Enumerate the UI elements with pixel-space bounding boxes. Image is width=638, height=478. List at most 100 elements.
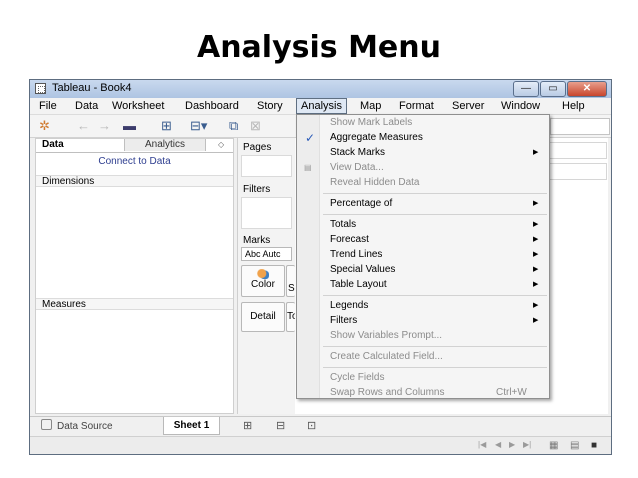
- database-icon: [41, 419, 52, 430]
- menu-item-reveal-hidden-data[interactable]: Reveal Hidden Data: [330, 177, 420, 189]
- menu-item-table-layout[interactable]: Table Layout: [330, 279, 387, 291]
- dimensions-header: Dimensions: [36, 175, 233, 187]
- submenu-arrow-icon: ▶: [533, 266, 539, 273]
- menu-window[interactable]: Window: [501, 100, 540, 112]
- next-sheet-icon[interactable]: ▶: [509, 440, 515, 449]
- new-worksheet-icon[interactable]: ⊟▾: [190, 119, 207, 133]
- mark-type-dropdown[interactable]: Abc Autc: [241, 247, 292, 261]
- submenu-arrow-icon: ▶: [533, 200, 539, 207]
- menu-item-aggregate-measures[interactable]: Aggregate Measures: [330, 132, 423, 144]
- tooltip-button[interactable]: To: [286, 302, 295, 332]
- tableau-logo-icon[interactable]: ✲: [39, 119, 50, 133]
- menu-item-show-mark-labels[interactable]: Show Mark Labels: [330, 117, 412, 129]
- tooltip-label: To: [287, 311, 295, 322]
- menu-gutter: [297, 115, 320, 398]
- filters-shelf-label: Filters: [243, 184, 271, 195]
- data-source-tab[interactable]: Data Source: [35, 418, 163, 435]
- menu-item-trend-lines[interactable]: Trend Lines: [330, 249, 382, 261]
- pages-shelf[interactable]: [241, 155, 292, 177]
- menu-separator: [323, 214, 547, 215]
- window-title: Tableau - Book4: [52, 82, 132, 94]
- menu-item-legends[interactable]: Legends: [330, 300, 368, 312]
- menu-item-cycle-fields[interactable]: Cycle Fields: [330, 372, 384, 384]
- color-icon: [257, 269, 269, 279]
- submenu-arrow-icon: ▶: [533, 302, 539, 309]
- new-story-tab-icon[interactable]: ⊡: [307, 419, 316, 432]
- menu-separator: [323, 295, 547, 296]
- detail-button[interactable]: Detail: [241, 302, 285, 332]
- save-icon[interactable]: ▬: [123, 119, 136, 133]
- pages-shelf-label: Pages: [243, 142, 272, 153]
- last-sheet-icon[interactable]: ▶|: [523, 440, 531, 449]
- toolbar-field[interactable]: [550, 118, 610, 135]
- menu-item-totals[interactable]: Totals: [330, 219, 356, 231]
- tab-data[interactable]: Data: [36, 139, 124, 151]
- menu-map[interactable]: Map: [360, 100, 381, 112]
- new-worksheet-tab-icon[interactable]: ⊞: [243, 419, 252, 432]
- tableau-app-icon: [35, 83, 46, 94]
- color-label: Color: [251, 279, 275, 290]
- submenu-arrow-icon: ▶: [533, 221, 539, 228]
- minimize-button[interactable]: —: [513, 81, 539, 97]
- menu-item-special-values[interactable]: Special Values: [330, 264, 395, 276]
- menu-story[interactable]: Story: [257, 100, 283, 112]
- data-pane-tabs: Data Analytics ◇: [36, 139, 233, 153]
- swap-shortcut-label: Ctrl+W: [496, 387, 527, 398]
- window-controls: — ▭ ✕: [512, 81, 607, 97]
- previous-sheet-icon[interactable]: ◀: [495, 440, 501, 449]
- menu-item-stack-marks[interactable]: Stack Marks: [330, 147, 385, 159]
- submenu-arrow-icon: ▶: [533, 317, 539, 324]
- grid-view-icon[interactable]: ▦: [549, 440, 558, 451]
- size-button[interactable]: S: [286, 265, 295, 297]
- menu-item-create-calculated-field[interactable]: Create Calculated Field...: [330, 351, 443, 363]
- measures-header: Measures: [36, 298, 233, 310]
- menu-file[interactable]: File: [39, 100, 57, 112]
- size-label: S: [288, 283, 295, 294]
- menu-help[interactable]: Help: [562, 100, 585, 112]
- menu-bar: File Data Worksheet Dashboard Story Anal…: [30, 98, 611, 115]
- menu-server[interactable]: Server: [452, 100, 484, 112]
- filmstrip-view-icon[interactable]: ■: [591, 440, 597, 451]
- status-bar: |◀ ◀ ▶ ▶| ▦ ▤ ■: [30, 436, 611, 454]
- menu-separator: [323, 367, 547, 368]
- rows-shelf[interactable]: [545, 163, 607, 180]
- list-view-icon[interactable]: ▤: [570, 440, 579, 451]
- new-data-source-icon[interactable]: ⊞: [161, 119, 172, 133]
- menu-worksheet[interactable]: Worksheet: [112, 100, 164, 112]
- sheet-tab-bar: Data Source Sheet 1 ⊞ ⊟ ⊡: [30, 416, 611, 436]
- menu-separator: [323, 193, 547, 194]
- tableau-window: Tableau - Book4 — ▭ ✕ File Data Workshee…: [29, 79, 612, 455]
- menu-separator: [323, 346, 547, 347]
- analysis-menu-dropdown: Show Mark Labels ✓ Aggregate Measures St…: [296, 114, 550, 399]
- filters-shelf[interactable]: [241, 197, 292, 229]
- menu-data[interactable]: Data: [75, 100, 98, 112]
- first-sheet-icon[interactable]: |◀: [478, 440, 486, 449]
- menu-item-swap-rows-and-columns[interactable]: Swap Rows and Columns: [330, 387, 445, 399]
- columns-shelf[interactable]: [545, 142, 607, 159]
- close-button[interactable]: ✕: [567, 81, 607, 97]
- menu-dashboard[interactable]: Dashboard: [185, 100, 239, 112]
- connect-to-data-link[interactable]: Connect to Data: [36, 156, 233, 167]
- forward-arrow-icon[interactable]: →: [98, 119, 111, 133]
- tab-analytics[interactable]: Analytics: [124, 139, 206, 151]
- color-button[interactable]: Color: [241, 265, 285, 297]
- clear-sheet-icon[interactable]: ⊠: [250, 119, 261, 133]
- menu-item-filters[interactable]: Filters: [330, 315, 357, 327]
- detail-label: Detail: [250, 311, 276, 322]
- slide-title: Analysis Menu: [196, 30, 441, 65]
- menu-item-show-variables-prompt[interactable]: Show Variables Prompt...: [330, 330, 442, 342]
- menu-item-view-data[interactable]: View Data...: [330, 162, 384, 174]
- new-dashboard-tab-icon[interactable]: ⊟: [276, 419, 285, 432]
- duplicate-sheet-icon[interactable]: ⧉: [229, 119, 238, 133]
- menu-format[interactable]: Format: [399, 100, 434, 112]
- maximize-button[interactable]: ▭: [540, 81, 566, 97]
- title-bar: Tableau - Book4 — ▭ ✕: [30, 80, 611, 98]
- view-data-icon: ▤: [304, 163, 312, 172]
- back-arrow-icon[interactable]: ←: [77, 119, 90, 133]
- checkmark-icon: ✓: [305, 131, 316, 145]
- sheet-1-tab[interactable]: Sheet 1: [163, 417, 220, 435]
- pane-menu-icon[interactable]: ◇: [218, 139, 224, 151]
- menu-item-forecast[interactable]: Forecast: [330, 234, 369, 246]
- menu-analysis[interactable]: Analysis: [296, 98, 347, 114]
- menu-item-percentage-of[interactable]: Percentage of: [330, 198, 392, 210]
